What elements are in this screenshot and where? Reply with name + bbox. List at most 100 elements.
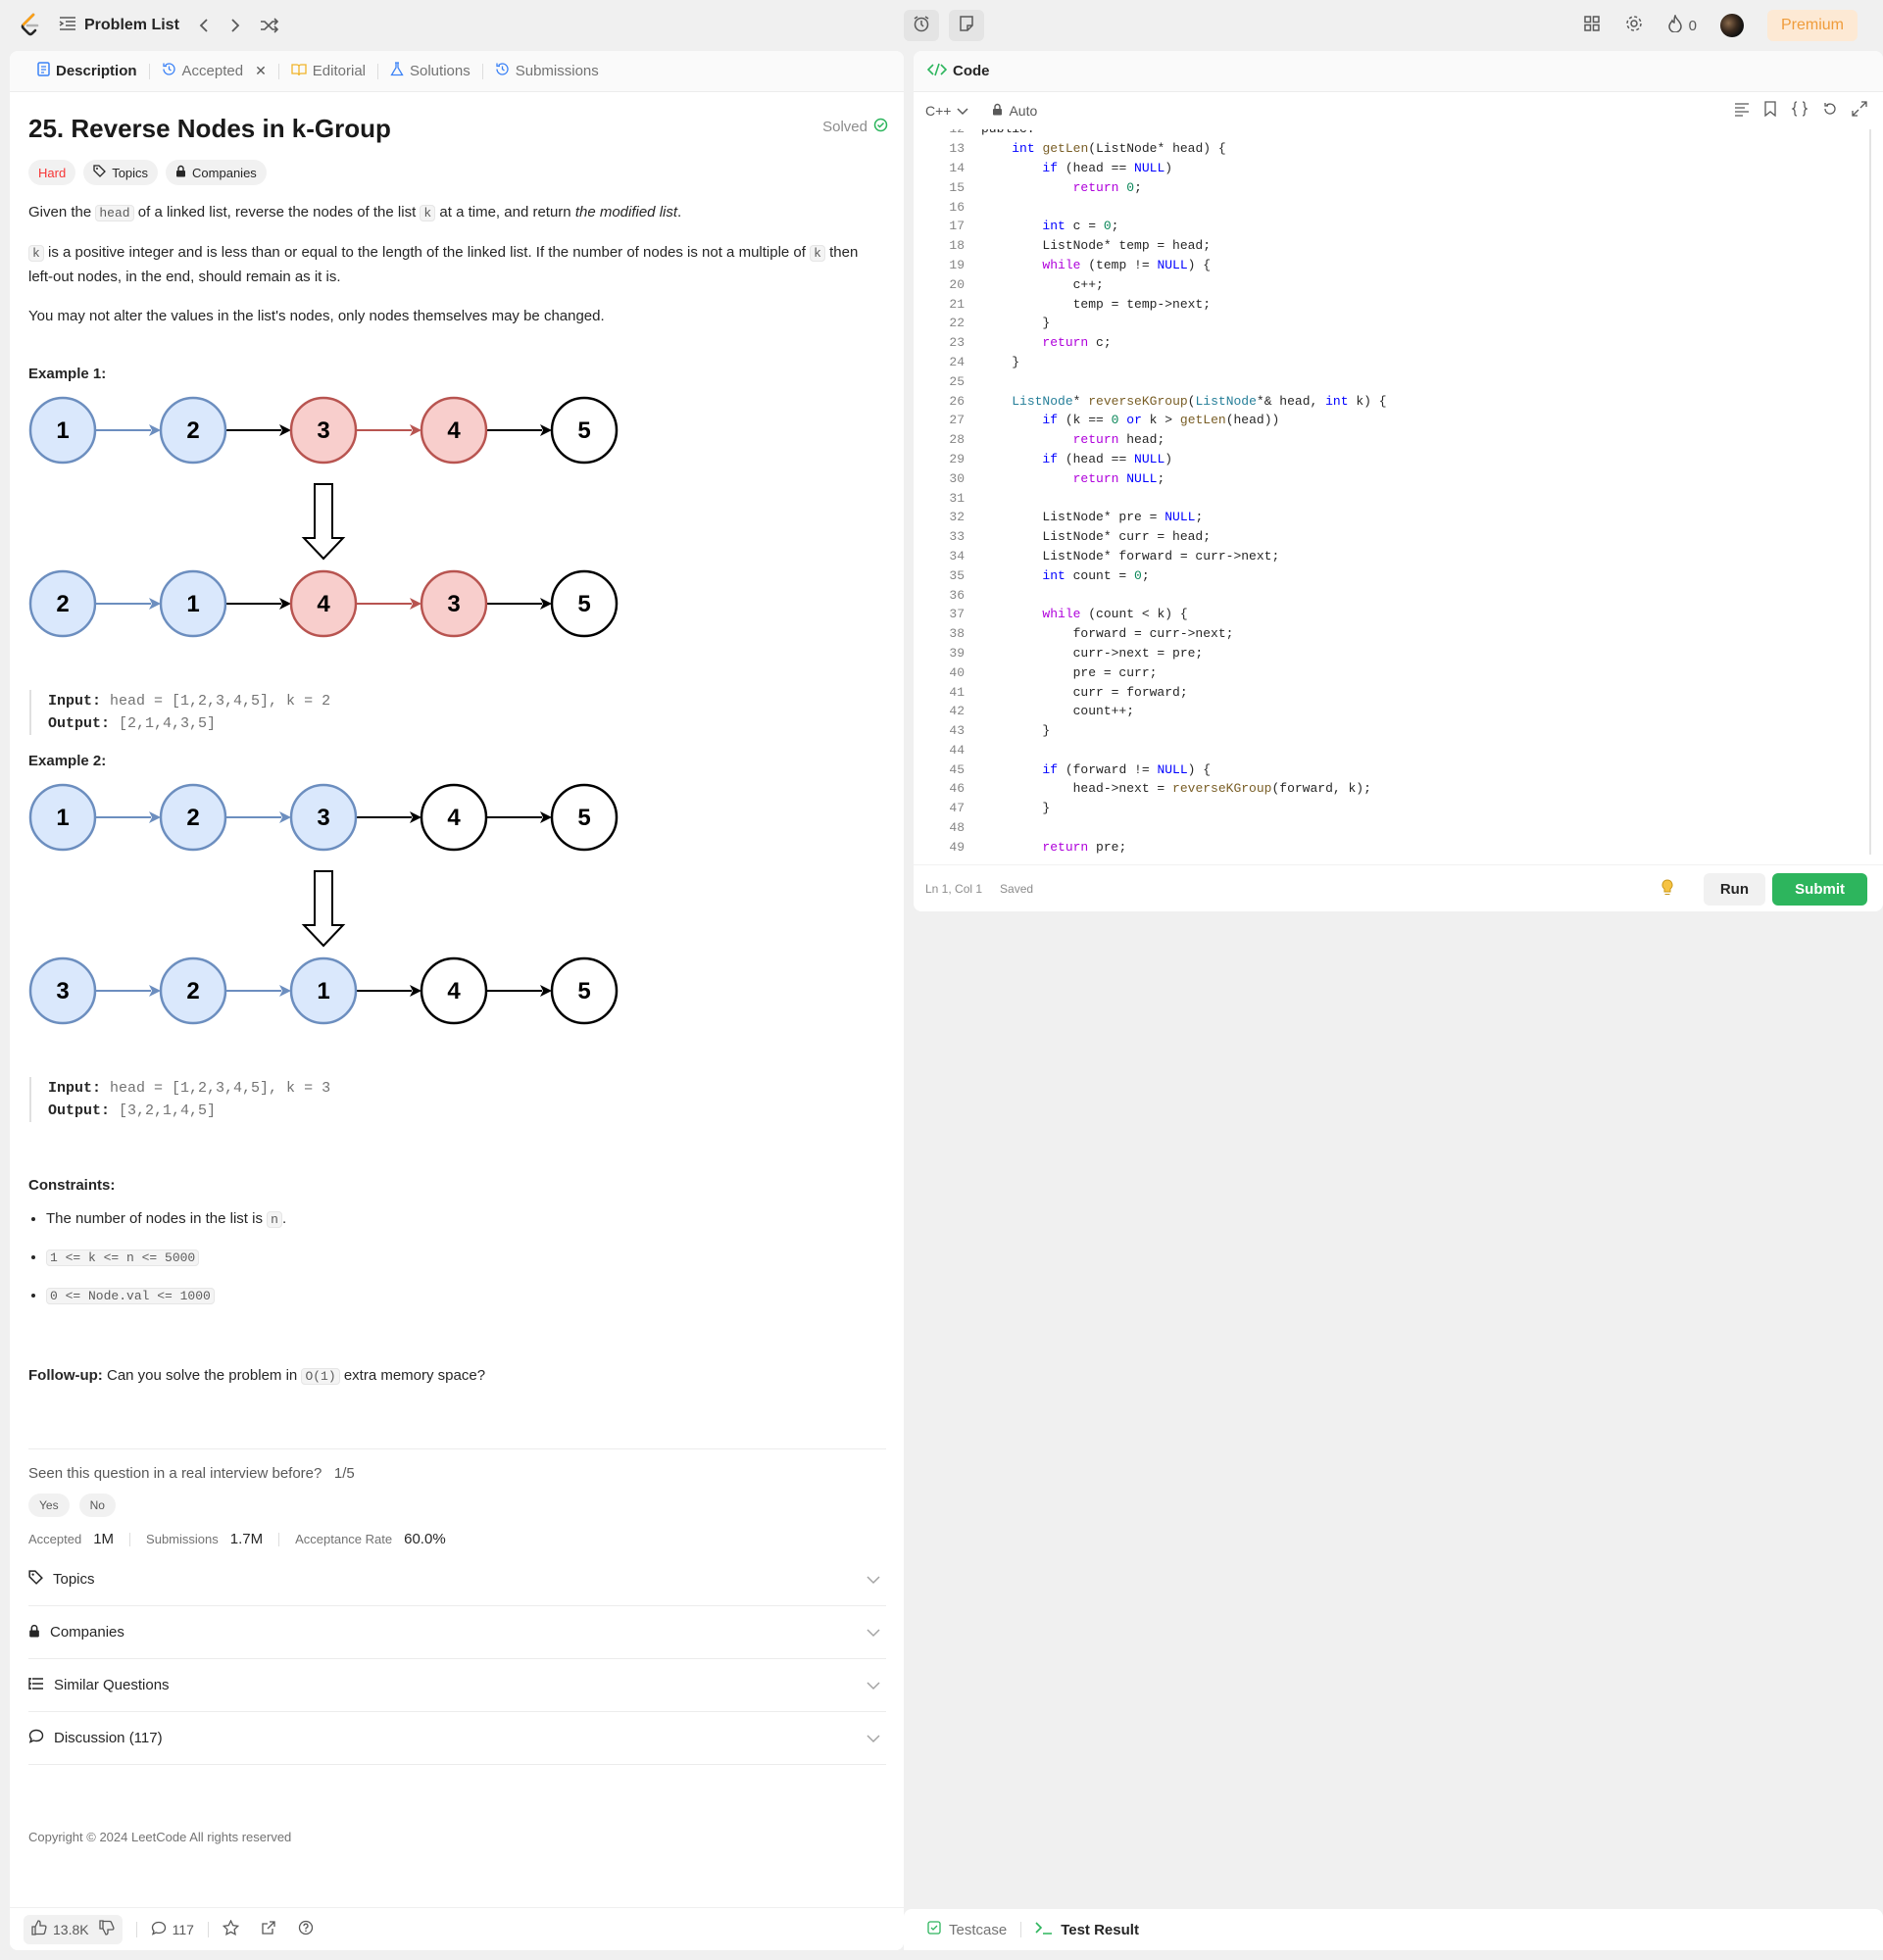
inline-code: O(1) xyxy=(301,1368,340,1385)
test-panel: Testcase Test Result xyxy=(904,1909,1883,1950)
down-arrow xyxy=(301,870,346,948)
code-text: } xyxy=(981,354,1020,369)
yes-button[interactable]: Yes xyxy=(28,1494,70,1517)
problem-list-button[interactable]: Problem List xyxy=(59,16,179,36)
before-node-label: 5 xyxy=(577,805,590,831)
like-button[interactable]: 13.8K xyxy=(31,1920,89,1938)
code-panel: Code C++ Auto 12public:13 int getLen(Lis… xyxy=(914,51,1883,911)
code-line: 36 xyxy=(914,585,1883,605)
tab-testcase-label: Testcase xyxy=(949,1921,1008,1938)
example-1-io: Input: head = [1,2,3,4,5], k = 2 Output:… xyxy=(29,690,886,735)
tab-submissions[interactable]: Submissions xyxy=(483,51,611,92)
before-node-label: 2 xyxy=(186,417,199,444)
code-line: 33 ListNode* curr = head; xyxy=(914,527,1883,547)
line-number: 40 xyxy=(949,664,965,680)
comment-icon xyxy=(151,1921,167,1938)
line-number: 42 xyxy=(949,704,965,719)
reset-icon[interactable] xyxy=(1822,101,1838,120)
line-number: 12 xyxy=(914,129,965,136)
line-number: 33 xyxy=(949,529,965,545)
auto-mode[interactable]: Auto xyxy=(992,103,1037,119)
constraint-item: 0 <= Node.val <= 1000 xyxy=(46,1284,886,1308)
submit-button[interactable]: Submit xyxy=(1772,873,1867,906)
braces-icon[interactable] xyxy=(1791,101,1809,120)
tag-icon xyxy=(93,165,107,180)
lightbulb-icon[interactable] xyxy=(1660,879,1675,900)
nav-center xyxy=(904,10,984,41)
share-button[interactable] xyxy=(261,1920,276,1938)
checkbox-icon xyxy=(927,1921,941,1938)
line-number: 16 xyxy=(949,199,965,215)
follow-up: Follow-up: Can you solve the problem in … xyxy=(28,1367,886,1385)
code-text: c++; xyxy=(981,276,1104,292)
editor-tools xyxy=(1734,101,1867,120)
code-line: 34 ListNode* forward = curr->next; xyxy=(914,547,1883,566)
tab-accepted[interactable]: Accepted ✕ xyxy=(150,51,278,92)
before-node-label: 4 xyxy=(447,805,461,831)
before-node-label: 1 xyxy=(56,805,69,831)
output-value: [2,1,4,3,5] xyxy=(119,715,217,732)
no-button[interactable]: No xyxy=(78,1494,116,1517)
line-number: 26 xyxy=(949,393,965,409)
comments-button[interactable]: 117 xyxy=(151,1921,194,1938)
text: Given the xyxy=(28,204,96,220)
format-icon[interactable] xyxy=(1734,101,1750,120)
leetcode-logo[interactable] xyxy=(20,13,41,38)
run-button[interactable]: Run xyxy=(1703,873,1765,906)
problem-list-label: Problem List xyxy=(84,17,179,33)
editor-status-bar: Ln 1, Col 1 Saved Run Submit xyxy=(914,864,1883,911)
help-button[interactable] xyxy=(298,1920,314,1938)
tab-test-result[interactable]: Test Result xyxy=(1035,1921,1139,1938)
favorite-button[interactable] xyxy=(222,1919,240,1938)
companies-pill[interactable]: Companies xyxy=(166,160,267,185)
chevron-left-icon[interactable] xyxy=(197,18,211,33)
tab-code[interactable]: Code xyxy=(953,63,990,79)
problem-title[interactable]: 25. Reverse Nodes in k-Group xyxy=(28,114,886,144)
bookmark-icon[interactable] xyxy=(1763,101,1777,120)
cursor-position: Ln 1, Col 1 xyxy=(925,881,983,896)
close-icon[interactable]: ✕ xyxy=(255,63,267,79)
accordion-similar-questions[interactable]: Similar Questions xyxy=(28,1659,886,1712)
dislike-button[interactable] xyxy=(98,1920,115,1938)
code-line: 43 } xyxy=(914,721,1883,741)
editor-scrollbar[interactable] xyxy=(1869,129,1871,855)
chevron-right-icon[interactable] xyxy=(228,18,242,33)
emphasis: the modified list xyxy=(574,204,678,220)
layout-grid-icon[interactable] xyxy=(1583,15,1601,37)
mode-value: Auto xyxy=(1009,103,1038,119)
shuffle-icon[interactable] xyxy=(260,18,279,33)
star-icon xyxy=(222,1919,240,1938)
tab-divider xyxy=(1020,1922,1022,1937)
accordion-topics[interactable]: Topics xyxy=(28,1553,886,1606)
code-line: 32 ListNode* pre = NULL; xyxy=(914,508,1883,527)
tab-solutions[interactable]: Solutions xyxy=(378,51,482,92)
comment-icon xyxy=(28,1729,44,1747)
notes-button[interactable] xyxy=(949,10,984,41)
code-text: if (k == 0 or k > getLen(head)) xyxy=(1042,413,1280,428)
input-value: head = [1,2,3,4,5], k = 2 xyxy=(110,693,331,710)
line-number: 29 xyxy=(949,451,965,466)
topics-pill[interactable]: Topics xyxy=(83,160,159,185)
example-1-output: Output: [2,1,4,3,5] xyxy=(48,712,886,735)
accordion-discussion[interactable]: Discussion (117) xyxy=(28,1712,886,1765)
text: is a positive integer and is less than o… xyxy=(43,244,811,261)
code-toolbar: C++ Auto xyxy=(914,92,1883,129)
description-paragraph-2: k is a positive integer and is less than… xyxy=(28,241,886,289)
line-number: 38 xyxy=(949,626,965,642)
code-editor[interactable]: 12public:13 int getLen(ListNode* head) {… xyxy=(914,129,1883,855)
code-line: 47 } xyxy=(914,799,1883,818)
tab-testcase[interactable]: Testcase xyxy=(927,1921,1007,1938)
tab-editorial[interactable]: Editorial xyxy=(279,51,377,92)
accordion-companies[interactable]: Companies xyxy=(28,1606,886,1659)
avatar[interactable] xyxy=(1719,14,1744,37)
expand-icon[interactable] xyxy=(1852,101,1867,120)
language-select[interactable]: C++ xyxy=(925,103,968,119)
input-label: Input: xyxy=(48,693,102,710)
tab-description[interactable]: Description xyxy=(25,51,149,92)
after-node-label: 4 xyxy=(447,978,461,1004)
gear-icon[interactable] xyxy=(1624,14,1644,38)
streak-counter[interactable]: 0 xyxy=(1667,13,1697,36)
timer-button[interactable] xyxy=(904,10,939,41)
premium-button[interactable]: Premium xyxy=(1766,10,1858,41)
after-node-label: 2 xyxy=(56,591,69,617)
